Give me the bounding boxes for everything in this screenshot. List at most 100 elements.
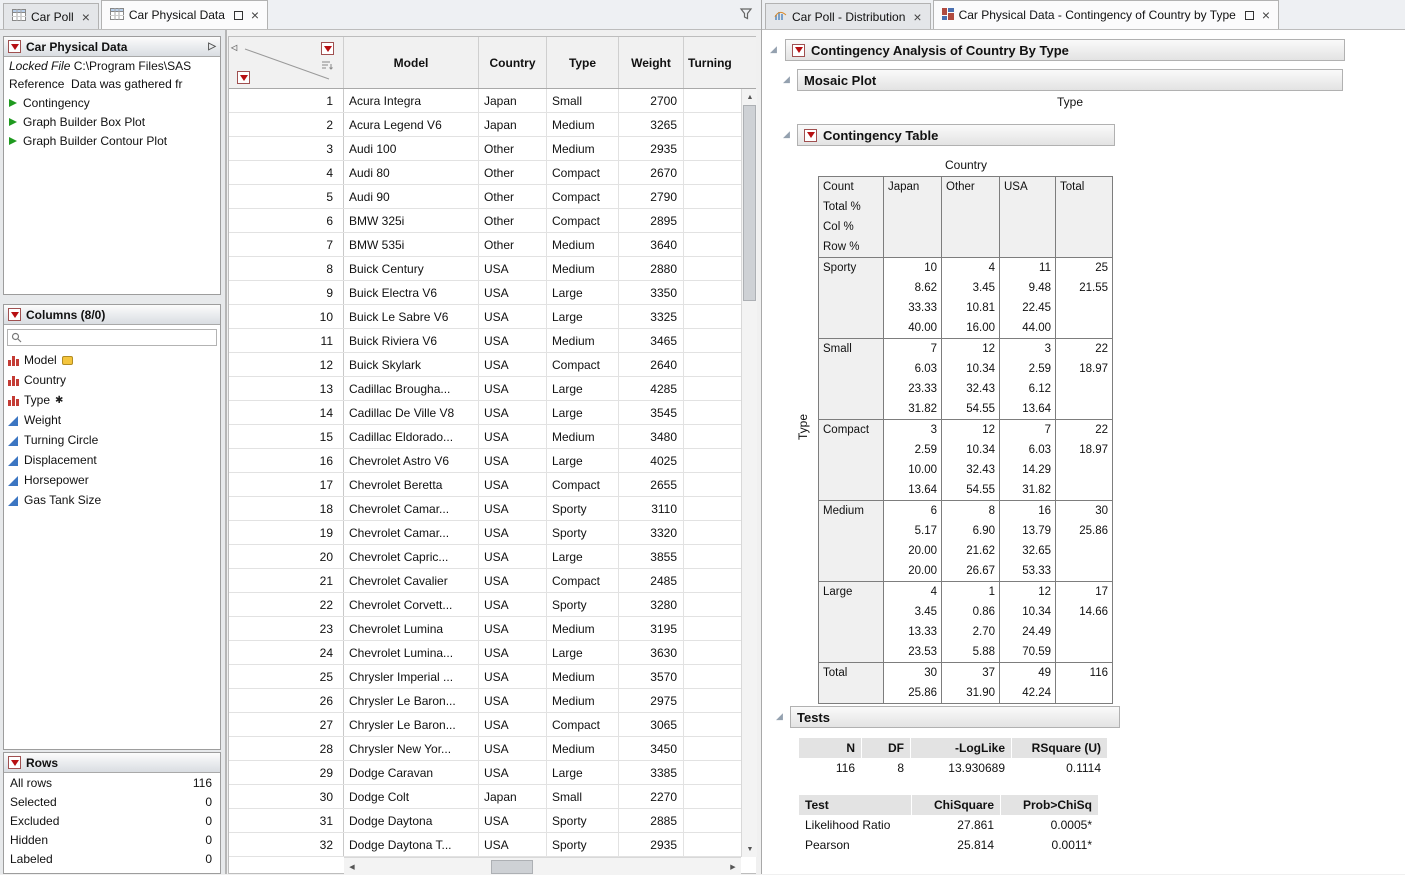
table-script-item[interactable]: Graph Builder Box Plot: [4, 112, 220, 131]
cell-turning[interactable]: [684, 617, 741, 640]
contingency-cell[interactable]: 108.6233.3340.00: [884, 258, 942, 339]
cell-country[interactable]: Other: [479, 161, 547, 184]
cell-model[interactable]: Chevrolet Cavalier: [344, 569, 479, 592]
cell-weight[interactable]: 2935: [619, 833, 684, 856]
cell-turning[interactable]: [684, 521, 741, 544]
table-row[interactable]: 16Chevrolet Astro V6USALarge4025: [229, 449, 741, 473]
red-triangle-menu-icon[interactable]: [8, 308, 21, 321]
cell-type[interactable]: Large: [547, 761, 619, 784]
cell-turning[interactable]: [684, 497, 741, 520]
contingency-row-label[interactable]: Large: [819, 582, 884, 663]
cell-model[interactable]: Buick Skylark: [344, 353, 479, 376]
table-script-item[interactable]: Contingency: [4, 93, 220, 112]
cell-weight[interactable]: 3630: [619, 641, 684, 664]
cell-rownum[interactable]: 22: [229, 593, 344, 616]
cell-turning[interactable]: [684, 281, 741, 304]
cell-country[interactable]: USA: [479, 377, 547, 400]
cell-country[interactable]: Other: [479, 233, 547, 256]
close-icon[interactable]: ×: [251, 9, 259, 21]
cell-turning[interactable]: [684, 545, 741, 568]
contingency-cell[interactable]: 3025.86: [884, 663, 942, 704]
cell-type[interactable]: Medium: [547, 113, 619, 136]
cell-rownum[interactable]: 5: [229, 185, 344, 208]
cell-weight[interactable]: 3385: [619, 761, 684, 784]
column-header-model[interactable]: Model: [344, 37, 479, 88]
cell-model[interactable]: Buick Electra V6: [344, 281, 479, 304]
cell-turning[interactable]: [684, 113, 741, 136]
rows-stat-item[interactable]: Excluded0: [4, 811, 220, 830]
cell-type[interactable]: Medium: [547, 329, 619, 352]
cell-type[interactable]: Compact: [547, 473, 619, 496]
cell-country[interactable]: USA: [479, 641, 547, 664]
table-row[interactable]: 6BMW 325iOtherCompact2895: [229, 209, 741, 233]
cell-turning[interactable]: [684, 641, 741, 664]
cell-model[interactable]: Chevrolet Beretta: [344, 473, 479, 496]
cell-weight[interactable]: 2485: [619, 569, 684, 592]
table-row[interactable]: 31Dodge DaytonaUSASporty2885: [229, 809, 741, 833]
cell-rownum[interactable]: 28: [229, 737, 344, 760]
cell-country[interactable]: Other: [479, 209, 547, 232]
rows-stat-item[interactable]: Labeled0: [4, 849, 220, 868]
cell-weight[interactable]: 2700: [619, 89, 684, 112]
columns-search-input[interactable]: [7, 329, 217, 346]
cell-country[interactable]: USA: [479, 425, 547, 448]
cell-country[interactable]: Other: [479, 137, 547, 160]
table-row[interactable]: 24Chevrolet Lumina...USALarge3630: [229, 641, 741, 665]
column-item-type[interactable]: Type✱: [4, 390, 220, 410]
table-row[interactable]: 17Chevrolet BerettaUSACompact2655: [229, 473, 741, 497]
table-row[interactable]: 27Chrysler Le Baron...USACompact3065: [229, 713, 741, 737]
table-row[interactable]: 20Chevrolet Capric...USALarge3855: [229, 545, 741, 569]
cell-rownum[interactable]: 12: [229, 353, 344, 376]
cell-type[interactable]: Medium: [547, 257, 619, 280]
cell-turning[interactable]: [684, 353, 741, 376]
cell-weight[interactable]: 3280: [619, 593, 684, 616]
contingency-row-label[interactable]: Sporty: [819, 258, 884, 339]
contingency-cell[interactable]: 1210.3432.4354.55: [942, 339, 1000, 420]
cell-rownum[interactable]: 24: [229, 641, 344, 664]
contingency-cell[interactable]: 2218.97: [1056, 339, 1113, 420]
close-icon[interactable]: ×: [913, 11, 921, 23]
vertical-scroll-thumb[interactable]: [743, 105, 756, 301]
contingency-col-header[interactable]: Total: [1056, 177, 1113, 258]
column-header-type[interactable]: Type: [547, 37, 619, 88]
cell-country[interactable]: USA: [479, 497, 547, 520]
column-item-gas-tank-size[interactable]: Gas Tank Size: [4, 490, 220, 510]
cell-country[interactable]: Japan: [479, 89, 547, 112]
cell-weight[interactable]: 3545: [619, 401, 684, 424]
table-row[interactable]: 30Dodge ColtJapanSmall2270: [229, 785, 741, 809]
cell-model[interactable]: Audi 80: [344, 161, 479, 184]
cell-turning[interactable]: [684, 257, 741, 280]
contingency-cell[interactable]: 1714.66: [1056, 582, 1113, 663]
contingency-cell[interactable]: 4942.24: [1000, 663, 1056, 704]
cell-turning[interactable]: [684, 161, 741, 184]
column-header-weight[interactable]: Weight: [619, 37, 684, 88]
cell-country[interactable]: USA: [479, 401, 547, 424]
cell-rownum[interactable]: 21: [229, 569, 344, 592]
cell-model[interactable]: Cadillac Brougha...: [344, 377, 479, 400]
cell-weight[interactable]: 3855: [619, 545, 684, 568]
rows-menu-icon[interactable]: [237, 71, 250, 84]
cell-country[interactable]: USA: [479, 809, 547, 832]
table-row[interactable]: 13Cadillac Brougha...USALarge4285: [229, 377, 741, 401]
close-icon[interactable]: ×: [1262, 9, 1270, 21]
tab-contingency-report[interactable]: Car Physical Data - Contingency of Count…: [933, 0, 1279, 29]
table-row[interactable]: 9Buick Electra V6USALarge3350: [229, 281, 741, 305]
cell-rownum[interactable]: 13: [229, 377, 344, 400]
contingency-cell[interactable]: 3731.90: [942, 663, 1000, 704]
tab-car-physical-data[interactable]: Car Physical Data ×: [101, 0, 268, 29]
table-row[interactable]: 32Dodge Daytona T...USASporty2935: [229, 833, 741, 857]
cell-rownum[interactable]: 20: [229, 545, 344, 568]
cell-rownum[interactable]: 30: [229, 785, 344, 808]
cell-country[interactable]: USA: [479, 689, 547, 712]
column-item-model[interactable]: Model: [4, 350, 220, 370]
cell-model[interactable]: Acura Legend V6: [344, 113, 479, 136]
cell-rownum[interactable]: 2: [229, 113, 344, 136]
contingency-row-label[interactable]: Compact: [819, 420, 884, 501]
contingency-cell[interactable]: 65.1720.0020.00: [884, 501, 942, 582]
cell-turning[interactable]: [684, 713, 741, 736]
contingency-row-label[interactable]: Medium: [819, 501, 884, 582]
cell-type[interactable]: Medium: [547, 137, 619, 160]
contingency-cell[interactable]: 2521.55: [1056, 258, 1113, 339]
cell-model[interactable]: Chevrolet Camar...: [344, 497, 479, 520]
cell-model[interactable]: Acura Integra: [344, 89, 479, 112]
